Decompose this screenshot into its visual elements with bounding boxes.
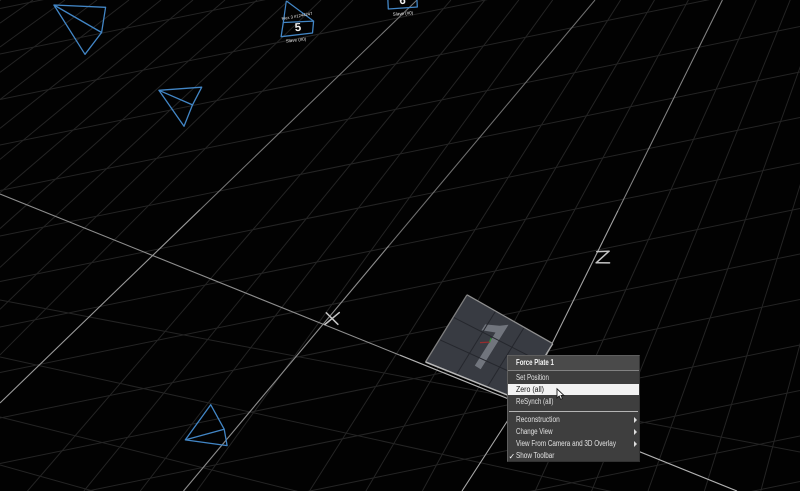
svg-text:6: 6 [399,0,406,7]
svg-text:Flex 3 #1244247: Flex 3 #1244247 [281,11,313,21]
svg-text:5: 5 [294,22,302,34]
svg-text:Slave (#0): Slave (#0) [286,36,307,43]
